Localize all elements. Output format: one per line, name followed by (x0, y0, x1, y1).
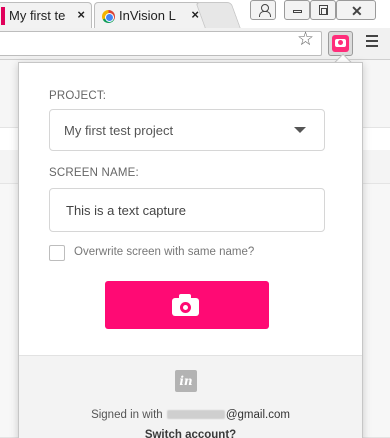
signed-in-domain: @gmail.com (225, 409, 290, 421)
chevron-down-icon (294, 127, 306, 133)
tab-title: My first te (9, 8, 66, 23)
bookmark-star-icon[interactable]: ☆ (297, 29, 314, 51)
screen-name-label: SCREEN NAME: (49, 167, 139, 179)
maximize-button[interactable] (310, 0, 336, 20)
signed-in-status: Signed in with @gmail.com (19, 409, 362, 421)
redacted-email (166, 410, 225, 420)
capture-popup: PROJECT: My first test project SCREEN NA… (18, 62, 363, 438)
popup-footer: in Signed in with @gmail.com Switch acco… (19, 355, 362, 438)
browser-toolbar: ☆ (0, 28, 390, 60)
tab-favicon (1, 7, 5, 25)
switch-account-link[interactable]: Switch account? (19, 429, 362, 438)
restore-icon (319, 5, 328, 15)
screen-name-input[interactable] (49, 188, 325, 232)
tab-strip: My first te × InVision L × ✕ (0, 0, 390, 28)
overwrite-checkbox[interactable] (49, 245, 65, 261)
address-bar[interactable] (0, 31, 322, 56)
tab-invision[interactable]: InVision L × (94, 2, 206, 28)
user-profile-button[interactable] (250, 0, 276, 20)
tab-title: InVision L (119, 8, 176, 23)
minimize-button[interactable] (284, 0, 310, 20)
signed-in-prefix: Signed in with (91, 409, 166, 421)
minimize-icon (293, 10, 302, 13)
project-select[interactable]: My first test project (49, 109, 325, 151)
project-label: PROJECT: (49, 90, 107, 102)
capture-button[interactable] (105, 281, 269, 329)
project-select-value: My first test project (64, 123, 174, 138)
close-icon: ✕ (351, 3, 363, 19)
tab-close-icon[interactable]: × (77, 7, 85, 22)
chrome-menu-icon[interactable] (366, 35, 378, 47)
chrome-favicon-icon (102, 10, 115, 23)
camera-icon (332, 35, 349, 52)
camera-icon (172, 294, 203, 316)
tab-my-first-test[interactable]: My first te × (0, 2, 92, 28)
user-icon (259, 4, 271, 17)
invision-logo: in (175, 370, 197, 392)
overwrite-label[interactable]: Overwrite screen with same name? (74, 246, 254, 258)
window-close-button[interactable]: ✕ (336, 0, 376, 20)
invision-extension-button[interactable] (328, 31, 353, 56)
